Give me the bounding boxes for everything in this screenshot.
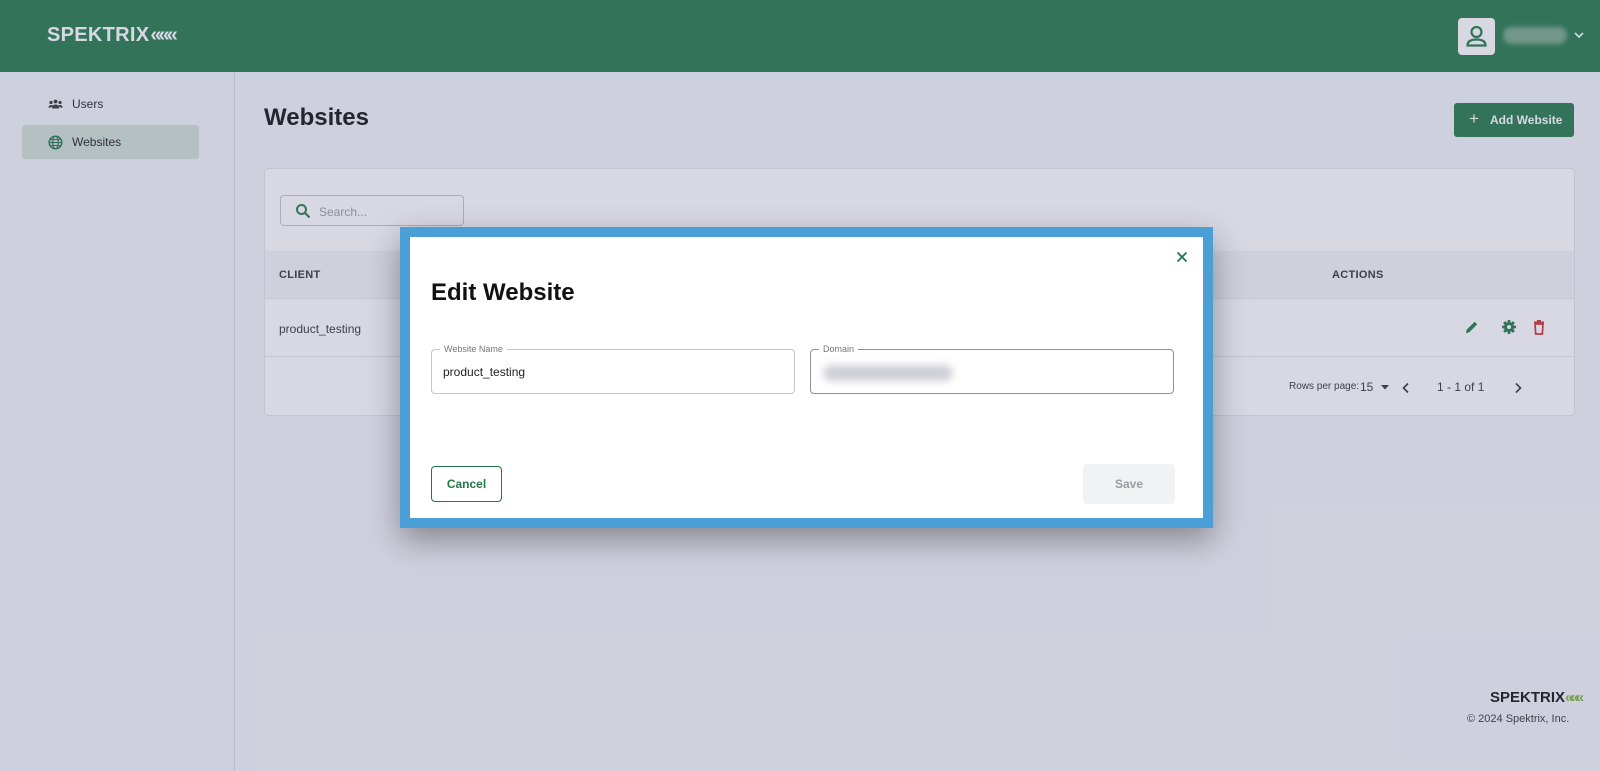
edit-website-dialog: Edit Website Website Name product_testin…: [410, 237, 1203, 518]
website-name-field[interactable]: Website Name product_testing: [431, 343, 795, 394]
domain-value-redacted: [823, 365, 953, 381]
dialog-title: Edit Website: [431, 279, 575, 306]
save-button[interactable]: Save: [1083, 464, 1175, 504]
website-name-value: product_testing: [443, 365, 526, 379]
cancel-button[interactable]: Cancel: [431, 466, 502, 502]
website-name-label: Website Name: [440, 343, 507, 355]
close-icon[interactable]: [1174, 249, 1190, 265]
domain-label: Domain: [819, 343, 859, 355]
domain-field[interactable]: Domain: [810, 343, 1174, 394]
